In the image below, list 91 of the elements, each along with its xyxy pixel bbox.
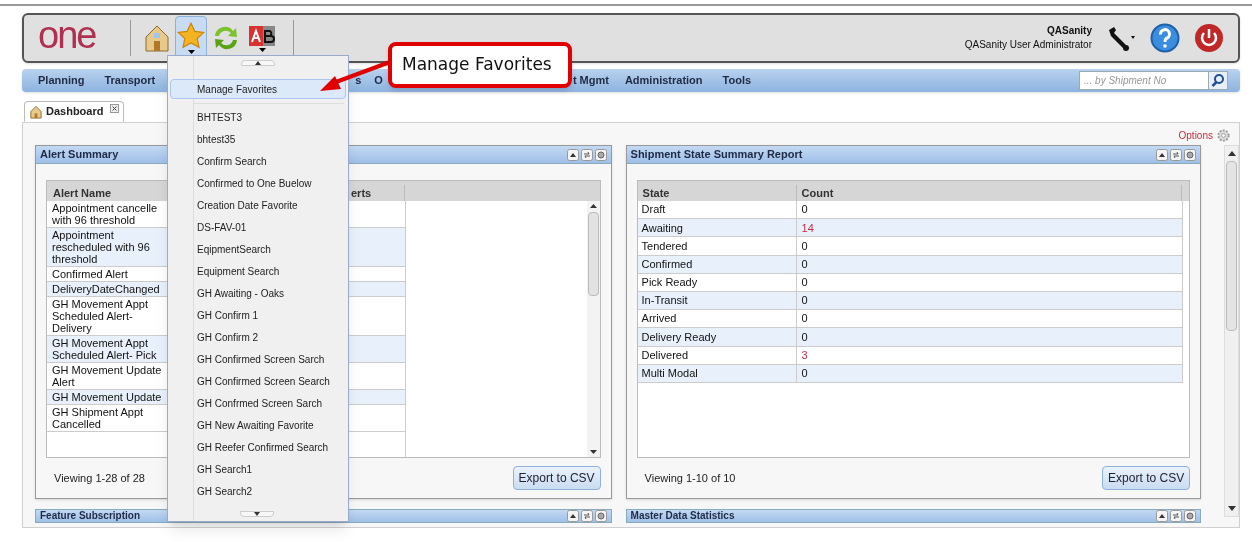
menu-item[interactable]: GH Search1 — [170, 459, 346, 479]
callout-text: Manage Favorites — [402, 53, 552, 77]
scrollbar[interactable] — [586, 201, 600, 457]
nav-item[interactable]: Planning — [38, 72, 85, 89]
scrollbar[interactable] — [1224, 145, 1239, 517]
user-role: QASanity User Administrator — [964, 38, 1092, 52]
export-button[interactable]: Export to CSV — [512, 466, 601, 490]
menu-item[interactable]: GH Confirmed Screen Sarch — [170, 349, 346, 369]
table-cell-text: 0 — [800, 238, 808, 254]
scroll-down-icon[interactable] — [1227, 506, 1236, 512]
refresh-icon[interactable] — [580, 510, 593, 522]
search-field[interactable]: ... by Shipment No — [1079, 71, 1209, 90]
menu-item[interactable]: DS-FAV-01 — [170, 217, 346, 237]
ab-icon — [247, 24, 277, 48]
menu-item[interactable]: Manage Favorites — [170, 79, 346, 99]
caret-up-icon — [255, 61, 261, 65]
table-cell-text: 0 — [800, 293, 808, 309]
nav-item[interactable]: Administration — [624, 72, 703, 89]
scroll-up-icon[interactable] — [589, 204, 597, 208]
table-cell-text: 0 — [800, 256, 808, 272]
menu-item[interactable]: GH Confrmed Screen Sarch — [170, 393, 346, 413]
table-cell: In-Transit — [637, 291, 797, 310]
menu-item[interactable]: GH New Awaiting Favorite — [170, 415, 346, 435]
menu-item[interactable]: Confirm Search — [170, 151, 346, 171]
nav-item[interactable]: Tools — [722, 72, 752, 89]
caret-icon — [258, 48, 266, 52]
settings-icon[interactable] — [594, 148, 607, 161]
export-button[interactable]: Export to CSV — [1102, 466, 1191, 490]
portlet-title: Shipment State Summary Report — [630, 147, 803, 163]
menu-item[interactable]: GH Confirm 1 — [170, 305, 346, 325]
table-cell-text: 0 — [800, 202, 808, 218]
table-cell-text: 0 — [800, 311, 808, 327]
collapse-icon[interactable] — [566, 148, 579, 161]
portlet-title: Feature Subscription — [40, 510, 140, 522]
table-cell: Pick Ready — [637, 273, 797, 291]
tab[interactable]: Dashboard — [24, 101, 125, 122]
caret-down-icon — [254, 512, 260, 516]
settings-icon[interactable] — [1184, 510, 1197, 522]
collapse-icon[interactable] — [1156, 148, 1169, 161]
table-cell: Arrived — [637, 310, 797, 328]
pager-text: Viewing 1-28 of 28 — [54, 470, 145, 486]
menu-item[interactable]: Equipment Search — [170, 261, 346, 281]
help-icon[interactable] — [1150, 23, 1180, 53]
nav-item[interactable]: Transport — [104, 72, 156, 89]
nav-item[interactable]: t Mgmt — [572, 72, 609, 89]
menu-item[interactable]: EqipmentSearch — [170, 239, 346, 259]
collapse-icon[interactable] — [566, 510, 579, 522]
power-icon[interactable] — [1194, 23, 1224, 53]
table-cell-text: 0 — [800, 366, 808, 382]
home-icon[interactable] — [143, 23, 171, 53]
settings-icon[interactable] — [1216, 127, 1231, 143]
table-cell-text: 0 — [800, 329, 808, 345]
wrench-icon[interactable] — [1106, 25, 1136, 51]
table-cell: Delivered — [637, 346, 797, 364]
menu-item[interactable]: GH Confirm 2 — [170, 327, 346, 347]
settings-icon[interactable] — [1184, 148, 1197, 161]
collapse-icon[interactable] — [1156, 510, 1169, 522]
tab-label: Dashboard — [46, 104, 104, 120]
table-cell: Awaiting — [637, 219, 797, 237]
menu-item[interactable]: GH Search2 — [170, 481, 346, 501]
scroll-up-icon[interactable] — [1227, 150, 1236, 156]
table-cell: Delivery Ready — [637, 328, 797, 346]
settings-icon[interactable] — [594, 510, 607, 522]
menu-item[interactable]: GH Reefer Confirmed Search — [170, 437, 346, 457]
table-cell: Draft — [637, 201, 797, 219]
portlet-title: Alert Summary — [40, 147, 119, 163]
close-icon[interactable] — [110, 104, 120, 113]
table-cell: Confirmed — [637, 255, 797, 273]
star-icon — [177, 22, 205, 50]
table-cell: Multi Modal — [637, 364, 797, 382]
search-icon[interactable] — [1209, 71, 1228, 90]
nav-item[interactable]: s — [355, 72, 362, 89]
refresh-icon[interactable] — [1170, 510, 1183, 522]
portlet-title: Master Data Statistics — [630, 510, 735, 522]
logo: one — [38, 16, 97, 58]
menu-item[interactable]: bhtest35 — [170, 129, 346, 149]
scroll-down-button[interactable] — [240, 511, 274, 517]
options-link[interactable]: Options — [1178, 127, 1213, 143]
nav-item[interactable]: O — [374, 72, 383, 89]
pager-text: Viewing 1-10 of 10 — [644, 470, 736, 486]
home-icon — [29, 104, 43, 119]
table-cell: Tendered — [637, 237, 797, 255]
menu-item[interactable]: GH Confirmed Screen Search — [170, 371, 346, 391]
menu-item[interactable]: BHTEST3 — [170, 107, 346, 127]
scroll-down-icon[interactable] — [589, 450, 597, 454]
menu-item[interactable]: GH Awaiting - Oaks — [170, 283, 346, 303]
table-cell-text: 14 — [800, 220, 814, 236]
scroll-up-button[interactable] — [241, 60, 275, 66]
table-cell-text: 3 — [800, 347, 808, 363]
table-cell-text: 0 — [800, 275, 808, 291]
user-name: QASanity — [1047, 24, 1092, 38]
